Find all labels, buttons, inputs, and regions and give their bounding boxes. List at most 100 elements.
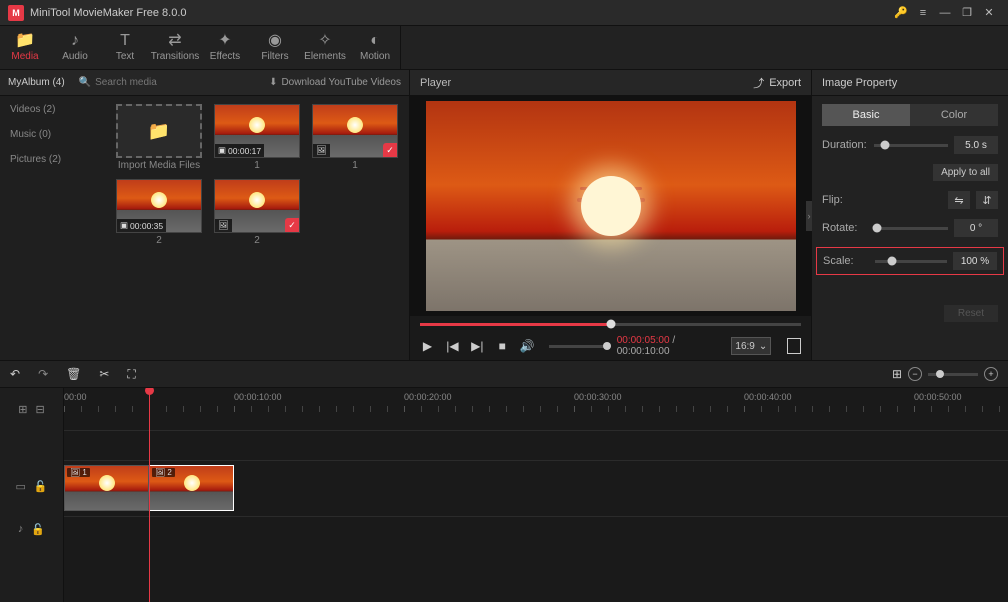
zoom-fit-button[interactable]: ⊞ xyxy=(892,367,902,381)
playhead[interactable] xyxy=(149,388,150,602)
rotate-value[interactable]: 0 ° xyxy=(954,219,998,237)
ruler-tick: 00:00:10:00 xyxy=(234,392,282,402)
library-panel: MyAlbum (4) 🔍 Search media ⬇ Download Yo… xyxy=(0,70,410,360)
redo-button[interactable]: ↷ xyxy=(38,367,48,381)
scale-value[interactable]: 100 % xyxy=(953,252,997,270)
track-collapse-button[interactable]: ⊟ xyxy=(36,403,45,416)
timeline-ruler[interactable]: 00:0000:00:10:0000:00:20:0000:00:30:0000… xyxy=(64,388,1008,430)
media-thumbnail[interactable]: 🖼✓1 xyxy=(310,104,400,171)
fullscreen-button[interactable] xyxy=(787,338,801,354)
media-thumbnail[interactable]: ▣ 00:00:171 xyxy=(212,104,302,171)
scale-slider[interactable] xyxy=(875,260,947,263)
tab-label: Effects xyxy=(210,51,240,62)
tab-label: Audio xyxy=(62,51,88,62)
play-button[interactable]: ▶ xyxy=(420,339,435,353)
player-preview[interactable] xyxy=(410,96,811,316)
tab-label: Transitions xyxy=(151,51,200,62)
stop-button[interactable]: ■ xyxy=(495,339,510,353)
media-thumbnail[interactable]: ▣ 00:00:352 xyxy=(114,179,204,246)
media-icon: 📁 xyxy=(15,33,35,49)
tab-media[interactable]: 📁Media xyxy=(0,26,50,69)
tab-effects[interactable]: ✦Effects xyxy=(200,26,250,69)
delete-button[interactable]: 🗑 xyxy=(66,367,81,381)
audio-track[interactable] xyxy=(64,516,1008,546)
duration-value[interactable]: 5.0 s xyxy=(954,136,998,154)
download-youtube-button[interactable]: ⬇ Download YouTube Videos xyxy=(269,77,401,88)
filters-icon: ◉ xyxy=(268,33,282,49)
timeline-tracks[interactable]: 00:0000:00:10:0000:00:20:0000:00:30:0000… xyxy=(64,388,1008,602)
duration-slider[interactable] xyxy=(874,144,948,147)
tab-transitions[interactable]: ⇄ Transitions xyxy=(150,26,200,69)
download-youtube-label: Download YouTube Videos xyxy=(281,77,401,88)
search-icon: 🔍 xyxy=(79,77,91,88)
scale-row-highlighted: Scale: 100 % xyxy=(816,247,1004,275)
video-icon: ▣ xyxy=(218,145,226,156)
flip-label: Flip: xyxy=(822,194,868,206)
video-track[interactable]: 🖼 1🖼 2 xyxy=(64,460,1008,516)
media-thumbnail[interactable]: 🖼✓2 xyxy=(212,179,302,246)
close-button[interactable]: ✕ xyxy=(978,2,1000,24)
volume-slider[interactable] xyxy=(549,345,607,348)
property-segment: Basic Color xyxy=(822,104,998,126)
timeline-clip[interactable]: 🖼 2 xyxy=(149,465,234,511)
property-title: Image Property xyxy=(812,70,1008,96)
panel-expand-handle[interactable]: › xyxy=(806,201,812,231)
search-media[interactable]: 🔍 Search media xyxy=(79,77,157,88)
export-label: Export xyxy=(769,77,801,89)
split-button[interactable]: ✂ xyxy=(99,367,109,381)
duration-label: Duration: xyxy=(822,139,868,151)
crop-button[interactable]: ⛶ xyxy=(127,367,135,382)
tab-filters[interactable]: ◉Filters xyxy=(250,26,300,69)
segment-basic[interactable]: Basic xyxy=(822,104,910,126)
video-track-lock-icon[interactable]: 🔓 xyxy=(34,480,48,493)
seek-bar[interactable] xyxy=(410,316,811,332)
download-icon: ⬇ xyxy=(269,77,277,88)
prev-frame-button[interactable]: |◀ xyxy=(445,339,460,353)
transitions-icon: ⇄ xyxy=(168,33,181,49)
tab-motion[interactable]: ◐Motion xyxy=(350,26,400,69)
chevron-down-icon: ⌄ xyxy=(759,341,767,352)
thumb-label: 2 xyxy=(254,235,260,246)
thumb-label: 2 xyxy=(156,235,162,246)
app-title: MiniTool MovieMaker Free 8.0.0 xyxy=(30,7,187,19)
tab-audio[interactable]: ♪ Audio xyxy=(50,26,100,69)
current-time: 00:00:05:00 xyxy=(617,335,670,346)
upgrade-key-icon[interactable]: 🔑 xyxy=(890,2,912,24)
rotate-slider[interactable] xyxy=(874,227,948,230)
aspect-ratio-select[interactable]: 16:9 ⌄ xyxy=(731,337,771,355)
library-category[interactable]: Music (0) xyxy=(10,129,98,140)
export-button[interactable]: ⤴ Export xyxy=(753,75,801,91)
volume-icon[interactable]: 🔊 xyxy=(520,339,535,353)
library-category[interactable]: Videos (2) xyxy=(10,104,98,115)
zoom-in-button[interactable]: + xyxy=(984,367,998,381)
overlay-track[interactable] xyxy=(64,430,1008,460)
tab-text[interactable]: TText xyxy=(100,26,150,69)
player-title: Player xyxy=(420,77,451,89)
media-thumbnail[interactable]: 📁Import Media Files xyxy=(114,104,204,171)
zoom-out-button[interactable]: − xyxy=(908,367,922,381)
undo-button[interactable]: ↶ xyxy=(10,367,20,381)
tab-label: Elements xyxy=(304,51,346,62)
segment-color[interactable]: Color xyxy=(910,104,998,126)
ruler-tick: 00:00:20:00 xyxy=(404,392,452,402)
audio-track-lock-icon[interactable]: 🔓 xyxy=(31,523,45,536)
text-icon: T xyxy=(120,33,130,49)
flip-horizontal-button[interactable]: ⇋ xyxy=(948,191,970,209)
zoom-slider[interactable] xyxy=(928,373,978,376)
maximize-button[interactable]: ❐ xyxy=(956,2,978,24)
flip-vertical-button[interactable]: ⇵ xyxy=(976,191,998,209)
audio-icon: ♪ xyxy=(71,33,79,49)
minimize-button[interactable]: — xyxy=(934,2,956,24)
tab-elements[interactable]: ✧Elements xyxy=(300,26,350,69)
library-category[interactable]: Pictures (2) xyxy=(10,154,98,165)
timeline-clip[interactable]: 🖼 1 xyxy=(64,465,149,511)
menu-icon[interactable]: ≡ xyxy=(912,2,934,24)
next-frame-button[interactable]: ▶| xyxy=(470,339,485,353)
ruler-tick: 00:00:50:00 xyxy=(914,392,962,402)
image-icon: 🖼 xyxy=(218,220,229,231)
time-display: 00:00:05:00 / 00:00:10:00 xyxy=(617,335,712,357)
import-media-button[interactable]: 📁 xyxy=(116,104,202,158)
track-add-button[interactable]: ⊞ xyxy=(18,403,27,416)
apply-to-all-button[interactable]: Apply to all xyxy=(933,164,998,181)
ruler-tick: 00:00:30:00 xyxy=(574,392,622,402)
